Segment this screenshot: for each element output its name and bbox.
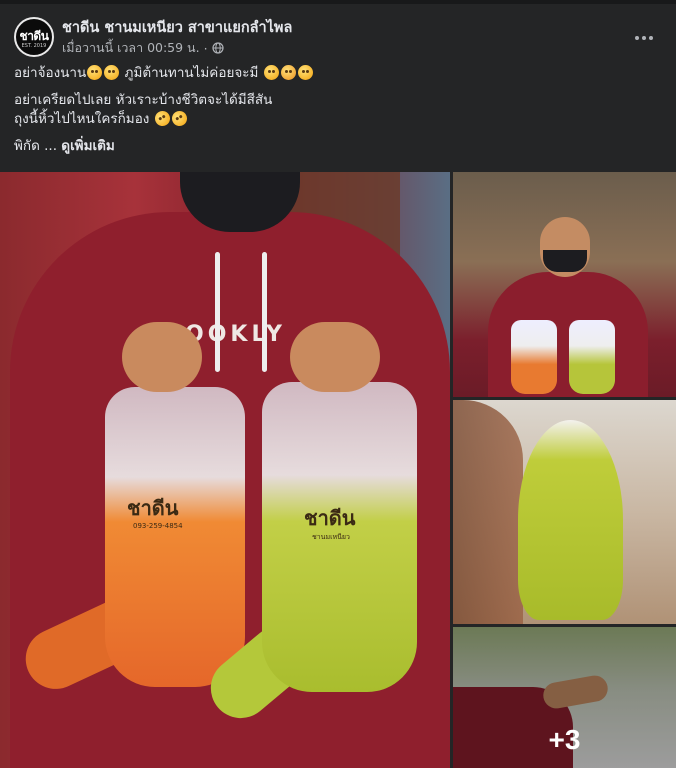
- post-text-line-3: ถุงนี้หิ้วไปไหนใครก็มอง: [14, 108, 662, 129]
- mini-bag-green: [569, 320, 615, 394]
- more-horizontal-icon[interactable]: [628, 22, 660, 54]
- bag-green: ชาดีน ชานมเหนียว: [262, 382, 417, 692]
- bag-green-sub: ชานมเหนียว: [312, 533, 350, 541]
- text-segment: อย่าจ้องนาน: [14, 65, 87, 81]
- post-meta: เมื่อวานนี้ เวลา 00:59 น. ·: [62, 38, 224, 58]
- photo-gallery: OOKLY ชาดีน 093-259-4854 ชาดีน ชานมเหนีย…: [0, 172, 676, 768]
- photo-main[interactable]: OOKLY ชาดีน 093-259-4854 ชาดีน ชานมเหนีย…: [0, 172, 450, 768]
- flushed-emoji-icon: [104, 65, 120, 80]
- smile-emoji-icon: [297, 65, 313, 80]
- mini-bag-orange: [511, 320, 557, 394]
- photo-thumb-3[interactable]: +3: [453, 627, 676, 768]
- bag-orange: ชาดีน 093-259-4854: [105, 387, 245, 687]
- text-segment: ภูมิต้านทานไม่ค่อยจะมี: [120, 65, 263, 81]
- avatar-logo-sub: EST. 2019: [21, 43, 47, 49]
- see-more-link[interactable]: ดูเพิ่มเติม: [61, 138, 114, 154]
- post-timestamp[interactable]: เมื่อวานนี้ เวลา 00:59 น.: [62, 38, 200, 58]
- hoodie-string: [215, 252, 220, 372]
- post-header: ชาดีน EST. 2019 ชาดีน ชานมเหนียว สาขาแยก…: [0, 4, 676, 62]
- more-photos-count: +3: [548, 723, 581, 755]
- globe-icon[interactable]: [211, 42, 224, 54]
- rofl-emoji-icon: [168, 108, 190, 129]
- arm-shape: [453, 400, 523, 624]
- more-photos-overlay[interactable]: +3: [453, 627, 676, 768]
- photo-thumb-2[interactable]: [453, 400, 676, 624]
- page-avatar[interactable]: ชาดีน EST. 2019: [14, 17, 54, 57]
- post-text: อย่าจ้องนาน ภูมิต้านทานไม่ค่อยจะมี อย่าเ…: [14, 64, 662, 156]
- meta-separator: ·: [203, 40, 208, 56]
- page-name-link[interactable]: ชาดีน ชานมเหนียว สาขาแยกลำไพล: [62, 16, 292, 39]
- dot: [642, 36, 646, 40]
- post-text-line-2: อย่าเครียดไปเลย หัวเราะบ้างชีวิตจะได้มีส…: [14, 92, 273, 108]
- text-segment: ถุงนี้หิ้วไปไหนใครก็มอง: [14, 111, 154, 127]
- mask-shape: [543, 250, 587, 272]
- hand-left: [122, 322, 202, 392]
- bag-green-label: ชาดีน: [304, 506, 356, 530]
- kiss-emoji-icon: [280, 65, 296, 80]
- green-bag-closeup: [518, 420, 623, 620]
- bag-orange-sub: 093-259-4854: [133, 522, 183, 530]
- hoodie-string: [262, 252, 267, 372]
- post-text-line-1: อย่าจ้องนาน ภูมิต้านทานไม่ค่อยจะมี: [14, 64, 662, 83]
- dot: [635, 36, 639, 40]
- text-segment: พิกัด ...: [14, 138, 62, 154]
- hand-right: [290, 322, 380, 392]
- post-text-line-4: พิกัด ... ดูเพิ่มเติม: [14, 137, 662, 156]
- photo-thumb-1[interactable]: [453, 172, 676, 397]
- bag-orange-label: ชาดีน: [127, 496, 179, 520]
- rofl-emoji-icon: [151, 108, 173, 129]
- flushed-emoji-icon: [87, 65, 103, 80]
- grin-emoji-icon: [263, 65, 279, 80]
- hoodie-print: OOKLY: [185, 322, 286, 347]
- dot: [649, 36, 653, 40]
